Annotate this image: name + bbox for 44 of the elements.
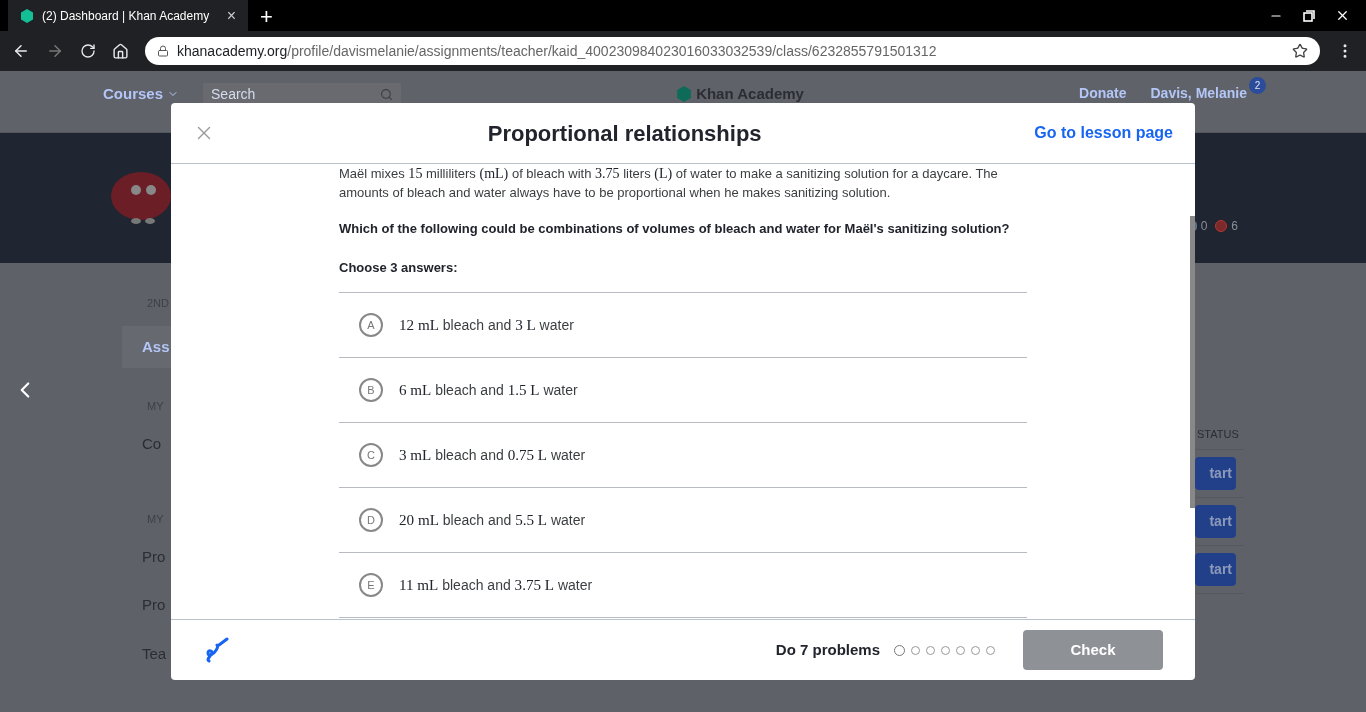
stat-count: 6 <box>1231 218 1238 235</box>
bookmark-star-icon[interactable] <box>1292 43 1308 59</box>
donate-link[interactable]: Donate <box>1079 83 1127 104</box>
choice-text: 11 mL bleach and 3.75 L water <box>399 575 593 595</box>
browser-tab[interactable]: (2) Dashboard | Khan Academy × <box>8 0 248 31</box>
scrollbar-thumb[interactable] <box>1190 216 1195 508</box>
lock-icon <box>157 45 169 57</box>
instruction-text: Choose 3 answers: <box>339 259 459 276</box>
notification-badge: 2 <box>1249 77 1266 94</box>
restore-icon[interactable] <box>1303 9 1315 22</box>
choice-text: 6 mL bleach and 1.5 L water <box>399 380 578 400</box>
sidebar-item[interactable]: Ass <box>122 325 171 368</box>
search-field[interactable]: Search <box>203 83 402 105</box>
stat-count: 0 <box>1200 218 1208 235</box>
choice-letter: A <box>359 313 383 337</box>
choice-letter: D <box>359 508 383 532</box>
new-tab-button[interactable]: + <box>260 6 273 28</box>
lesson-link[interactable]: Go to lesson page <box>1034 121 1173 145</box>
choice-letter: C <box>359 443 383 467</box>
search-icon <box>380 87 394 101</box>
back-icon[interactable] <box>12 42 30 60</box>
tab-close-button[interactable]: × <box>226 3 236 28</box>
choice-text: 20 mL bleach and 5.5 L water <box>399 510 586 530</box>
forward-icon[interactable] <box>46 42 64 60</box>
user-menu[interactable]: Davis, Melanie <box>1150 83 1247 104</box>
choice-text: 12 mL bleach and 3 L water <box>399 315 574 335</box>
choice-text: 3 mL bleach and 0.75 L water <box>399 445 586 465</box>
url-text: khanacademy.org/profile/davismelanie/assignments/teacher/kaid_400230984023016033032539/class/6232855791501312 <box>177 41 938 61</box>
home-icon[interactable] <box>112 42 129 60</box>
heart-badge-icon <box>1215 220 1228 232</box>
start-button[interactable]: tart <box>1195 456 1236 490</box>
tab-title: (2) Dashboard | Khan Academy <box>42 7 211 25</box>
problem-text: Maël mixes 15 milliliters (mL) of bleach with 3.75 liters (L) of water to make a sanitizing solution for a daycare. The amounts of bleach and water always have to be proportional when he makes sanitizing solution. <box>339 164 999 202</box>
question-text: Which of the following could be combinations of volumes of bleach and water for Maël's sanitizing solution? <box>339 220 1011 237</box>
choice-letter: B <box>359 378 383 402</box>
address-field[interactable]: khanacademy.org/profile/davismelanie/assignments/teacher/kaid_400230984023016033032539/class/6232855791501312 <box>145 37 1320 65</box>
start-button[interactable]: tart <box>1195 504 1236 538</box>
dialog-title: Proportional relationships <box>486 119 763 148</box>
courses-menu[interactable]: Courses <box>103 83 180 106</box>
reload-icon[interactable] <box>80 43 96 59</box>
start-button[interactable]: tart <box>1195 552 1236 586</box>
task-label: Do 7 problems <box>775 639 880 660</box>
choice-letter: E <box>359 573 383 597</box>
close-icon[interactable] <box>1335 8 1350 23</box>
